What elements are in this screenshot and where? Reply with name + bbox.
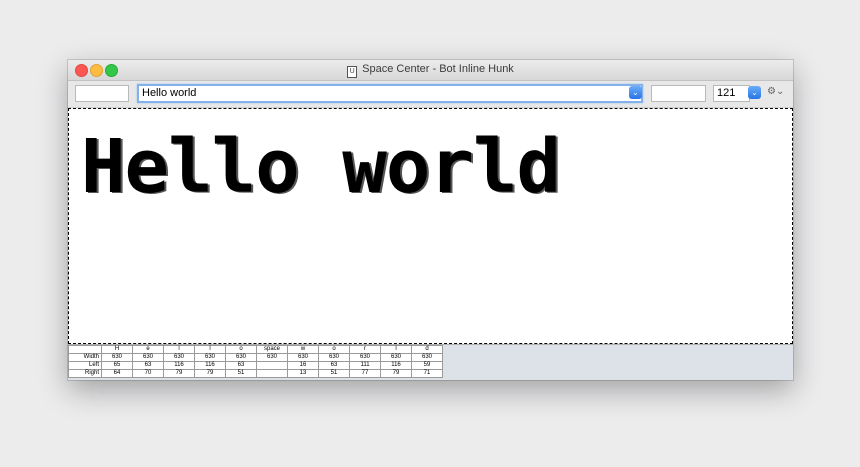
left-cell[interactable]: 63 [318, 361, 350, 370]
right-cell[interactable]: 79 [163, 369, 195, 378]
width-cell[interactable]: 630 [256, 353, 288, 362]
row-label: Right [68, 369, 102, 378]
glyph-name-cell[interactable]: l [163, 345, 195, 354]
width-cell[interactable]: 630 [411, 353, 443, 362]
pre-text-field[interactable] [75, 85, 129, 102]
width-cell[interactable]: 630 [163, 353, 195, 362]
width-cell[interactable]: 630 [380, 353, 412, 362]
left-cell[interactable]: 16 [287, 361, 319, 370]
glyph-name-cell[interactable]: o [225, 345, 257, 354]
window-title-text: Space Center - Bot Inline Hunk [362, 63, 514, 75]
left-cell[interactable] [256, 361, 288, 370]
glyph-name-cell[interactable]: H [101, 345, 133, 354]
toolbar: Hello world ⌄ 121 ⌄ ⚙⌄ [68, 81, 793, 108]
width-cell[interactable]: 630 [194, 353, 226, 362]
right-cell[interactable] [256, 369, 288, 378]
left-cell[interactable]: 116 [380, 361, 412, 370]
right-cell[interactable]: 70 [132, 369, 164, 378]
preview-text: Hello world [81, 124, 561, 210]
glyph-name-cell[interactable]: d [411, 345, 443, 354]
width-cell[interactable]: 630 [225, 353, 257, 362]
row-label: Left [68, 361, 102, 370]
right-cell[interactable]: 77 [349, 369, 381, 378]
right-cell[interactable]: 71 [411, 369, 443, 378]
glyph-name-cell[interactable]: space [256, 345, 288, 354]
post-text-field[interactable] [651, 85, 706, 102]
left-cell[interactable]: 111 [349, 361, 381, 370]
glyph-name-row: H e l l o space w o r l d [68, 345, 443, 354]
left-cell[interactable]: 116 [194, 361, 226, 370]
space-center-window: U Space Center - Bot Inline Hunk Hello wo… [68, 60, 793, 380]
right-cell[interactable]: 79 [380, 369, 412, 378]
left-cell[interactable]: 59 [411, 361, 443, 370]
right-cell[interactable]: 13 [287, 369, 319, 378]
size-field[interactable]: 121 [713, 85, 750, 102]
glyph-name-cell[interactable]: l [380, 345, 412, 354]
header-corner [68, 345, 102, 354]
chevron-down-icon[interactable]: ⌄ [748, 86, 761, 99]
right-cell[interactable]: 64 [101, 369, 133, 378]
right-cell[interactable]: 79 [194, 369, 226, 378]
glyph-name-cell[interactable]: r [349, 345, 381, 354]
document-icon: U [347, 66, 358, 78]
width-cell[interactable]: 630 [132, 353, 164, 362]
width-cell[interactable]: 630 [101, 353, 133, 362]
glyph-name-cell[interactable]: l [194, 345, 226, 354]
left-cell[interactable]: 65 [101, 361, 133, 370]
glyph-name-cell[interactable]: o [318, 345, 350, 354]
glyph-name-cell[interactable]: w [287, 345, 319, 354]
metrics-panel: H e l l o space w o r l d Width 630 630 … [68, 344, 793, 380]
metrics-table: H e l l o space w o r l d Width 630 630 … [68, 345, 443, 378]
left-cell[interactable]: 63 [132, 361, 164, 370]
text-input[interactable]: Hello world [137, 84, 643, 103]
left-row: Left 65 63 116 116 63 16 63 111 116 59 [68, 361, 443, 370]
width-cell[interactable]: 630 [287, 353, 319, 362]
chevron-down-icon[interactable]: ⌄ [629, 86, 642, 99]
right-cell[interactable]: 51 [225, 369, 257, 378]
glyph-preview-canvas[interactable]: Hello world [68, 108, 793, 344]
left-cell[interactable]: 116 [163, 361, 195, 370]
left-cell[interactable]: 63 [225, 361, 257, 370]
glyph-name-cell[interactable]: e [132, 345, 164, 354]
width-cell[interactable]: 630 [349, 353, 381, 362]
right-row: Right 64 70 79 79 51 13 51 77 79 71 [68, 369, 443, 378]
title-bar: U Space Center - Bot Inline Hunk [68, 60, 793, 81]
width-cell[interactable]: 630 [318, 353, 350, 362]
width-row: Width 630 630 630 630 630 630 630 630 63… [68, 353, 443, 362]
row-label: Width [68, 353, 102, 362]
right-cell[interactable]: 51 [318, 369, 350, 378]
gear-icon[interactable]: ⚙⌄ [767, 86, 784, 97]
window-title: U Space Center - Bot Inline Hunk [68, 63, 793, 78]
